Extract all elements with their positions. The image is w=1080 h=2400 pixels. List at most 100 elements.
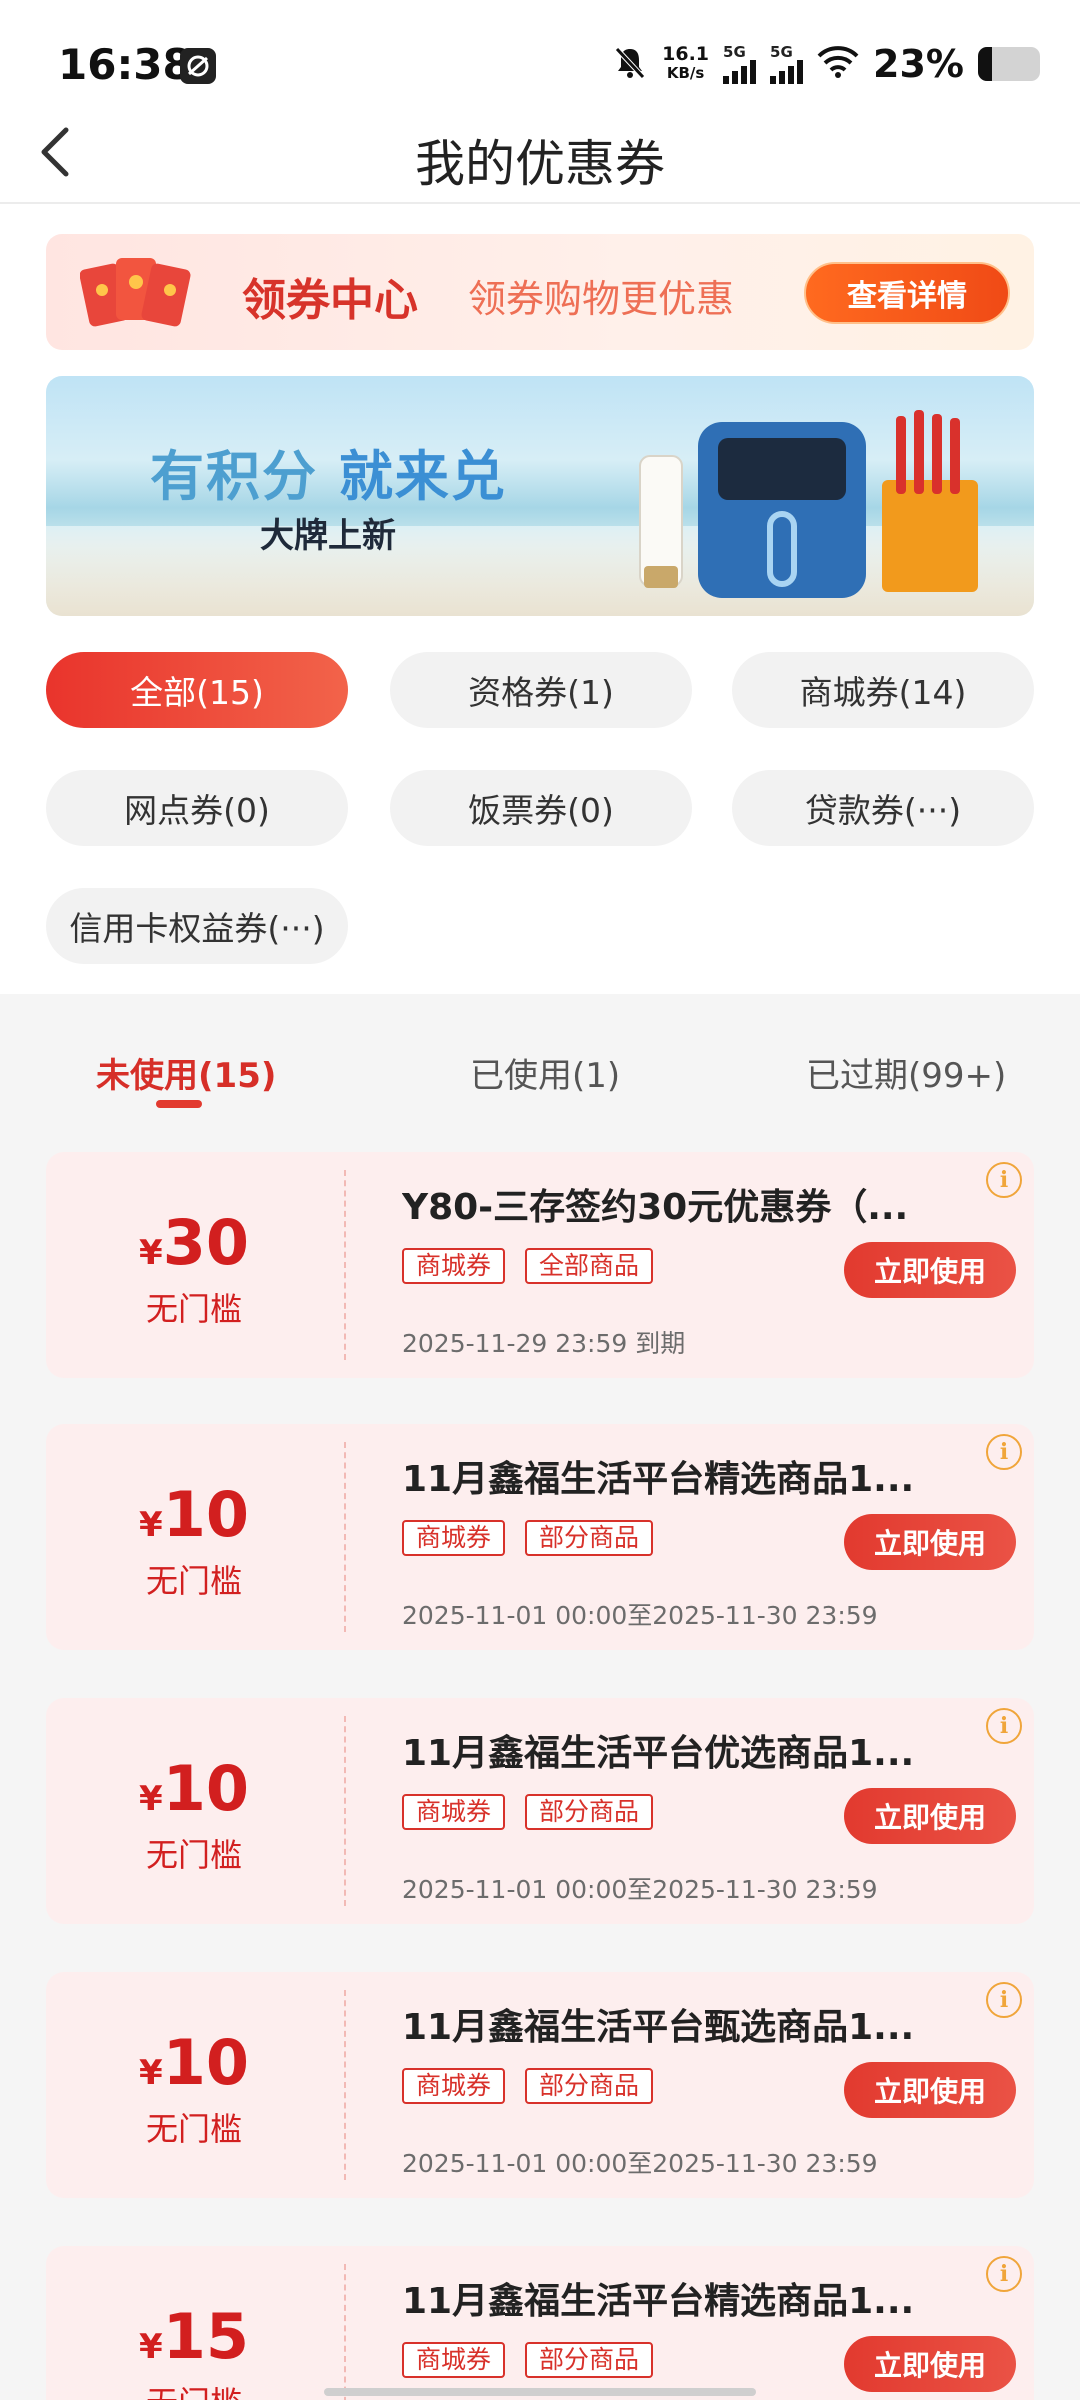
coupon-currency: ¥ [139,2053,163,2093]
info-icon[interactable]: i [986,1434,1022,1470]
coupon-divider [344,1716,346,1906]
signal-label: 5G [723,42,746,61]
battery-icon [978,47,1040,81]
coupon-tags: 商城券 部分商品 [402,2068,654,2104]
coupon-title: 11月鑫福生活平台精选商品1... [402,1459,915,1500]
coupon-value-section: ¥30 无门槛 [46,1152,342,1378]
coupon-tag: 部分商品 [525,1520,654,1556]
filter-chip-qualification[interactable]: 资格券(1) [390,652,692,728]
coupon-tag: 商城券 [402,1248,506,1284]
info-icon[interactable]: i [986,1162,1022,1198]
coupon-amount: ¥15 [46,2300,342,2373]
coupon-amount: ¥30 [46,1206,342,1279]
filter-chip-mall[interactable]: 商城券(14) [732,652,1034,728]
coupon-tag: 商城券 [402,2068,506,2104]
promo-title: 有积分 就来兑 [150,432,507,511]
filter-chip-credit-card[interactable]: 信用卡权益券(···) [46,888,348,964]
coupon-title: Y80-三存签约30元优惠券（... [402,1187,909,1228]
coupon-threshold: 无门槛 [145,2110,242,2148]
coupon-title: 11月鑫福生活平台优选商品1... [402,1733,915,1774]
coupon-date: 2025-11-01 00:00至2025-11-30 23:59 [402,1601,878,1630]
coupon-currency: ¥ [139,2327,163,2367]
coupon-tags: 商城券 部分商品 [402,1794,654,1830]
info-icon[interactable]: i [986,2256,1022,2292]
use-now-button[interactable]: 立即使用 [844,2336,1016,2392]
filter-chip-meal[interactable]: 饭票券(0) [390,770,692,846]
wifi-icon [817,45,859,83]
app-icon [180,48,216,84]
coupon-value-section: ¥15 无门槛 [46,2246,342,2400]
tab-used[interactable]: 已使用(1) [470,1048,620,1097]
promo-banner[interactable]: 有积分 就来兑 大牌上新 [46,376,1034,616]
coupon-threshold: 无门槛 [46,2378,342,2400]
coupon-divider [344,1442,346,1632]
use-now-button[interactable]: 立即使用 [844,1242,1016,1298]
coupon-amount-value: 15 [162,2300,249,2373]
coupon-amount-value: 10 [162,1478,249,1551]
coupon-value-section: ¥10 无门槛 [46,1424,342,1650]
info-icon[interactable]: i [986,1708,1022,1744]
coupon-amount-value: 30 [162,1206,249,1279]
tab-unused[interactable]: 未使用(15) [96,1048,276,1097]
red-envelope-icon [79,248,192,336]
status-tabs: 未使用(15) 已使用(1) 已过期(99+) [0,994,1080,1152]
coupon-card: ¥10 无门槛 11月鑫福生活平台甄选商品1... 商城券 部分商品 立即使用 … [46,1972,1034,2198]
coupon-value-section: ¥10 无门槛 [46,1972,342,2198]
coupon-date: 2025-11-01 00:00至2025-11-30 23:59 [402,2149,878,2178]
tab-expired[interactable]: 已过期(99+) [806,1048,1006,1097]
info-icon[interactable]: i [986,1982,1022,2018]
filter-chip-all[interactable]: 全部(15) [46,652,348,728]
net-speed: 16.1 KB/s [662,45,709,83]
battery-fill [978,47,993,81]
coupon-amount-value: 10 [162,1752,249,1825]
coupon-threshold: 无门槛 [145,1290,242,1328]
coupon-tag: 部分商品 [525,2068,654,2104]
signal-label: 5G [770,42,793,61]
coupon-tag: 商城券 [402,1794,506,1830]
coupon-title: 11月鑫福生活平台甄选商品1... [402,2007,915,2048]
coupon-date: 2025-11-01 00:00至2025-11-30 23:59 [402,1875,878,1904]
coupon-card: ¥10 无门槛 11月鑫福生活平台优选商品1... 商城券 部分商品 立即使用 … [46,1698,1034,1924]
coupon-currency: ¥ [139,1505,163,1545]
coupon-threshold: 无门槛 [145,1562,242,1600]
coupon-tags: 商城券 部分商品 [402,2342,654,2378]
net-speed-unit: KB/s [666,64,705,82]
coupon-tag: 部分商品 [525,2342,654,2378]
coupon-amount: ¥10 [46,2026,342,2099]
coupon-tag: 商城券 [402,2342,506,2378]
coupon-card: ¥15 无门槛 11月鑫福生活平台精选商品1... 商城券 部分商品 立即使用 … [46,2246,1034,2400]
coupon-threshold: 无门槛 [145,1836,242,1874]
use-now-button[interactable]: 立即使用 [844,2062,1016,2118]
coupon-currency: ¥ [139,1779,163,1819]
coupon-divider [344,1170,346,1360]
use-now-button[interactable]: 立即使用 [844,1788,1016,1844]
status-icons: 16.1 KB/s 5G 5G 23% [612,42,1040,86]
coupon-amount: ¥10 [46,1478,342,1551]
coupon-center-title: 领券中心 [242,275,418,326]
coupon-title: 11月鑫福生活平台精选商品1... [402,2281,915,2322]
home-indicator[interactable] [324,2388,756,2396]
coupon-center-subtitle: 领券购物更优惠 [468,277,735,321]
coupon-value-section: ¥10 无门槛 [46,1698,342,1924]
active-tab-indicator [156,1100,202,1108]
coupon-list: ¥30 无门槛 Y80-三存签约30元优惠券（... 商城券 全部商品 立即使用… [0,1152,1080,2400]
coupon-amount-value: 10 [162,2026,249,2099]
filter-chip-loan[interactable]: 贷款券(···) [732,770,1034,846]
mute-icon [612,44,648,84]
promo-subtitle: 大牌上新 [260,516,396,556]
battery-percent: 23% [873,42,964,86]
page-title: 我的优惠券 [415,135,665,193]
view-details-button[interactable]: 查看详情 [804,262,1010,324]
net-speed-value: 16.1 [662,43,710,65]
filter-chip-branch[interactable]: 网点券(0) [46,770,348,846]
coupon-tags: 商城券 全部商品 [402,1248,654,1284]
promo-products-image [626,394,1006,604]
signal-icon: 5G [770,42,804,84]
coupon-card: ¥30 无门槛 Y80-三存签约30元优惠券（... 商城券 全部商品 立即使用… [46,1152,1034,1378]
coupon-divider [344,1990,346,2180]
use-now-button[interactable]: 立即使用 [844,1514,1016,1570]
coupon-tag: 商城券 [402,1520,506,1556]
coupon-center-banner[interactable]: 领券中心 领券购物更优惠 查看详情 [46,234,1034,350]
coupon-tag: 部分商品 [525,1794,654,1830]
coupon-card: ¥10 无门槛 11月鑫福生活平台精选商品1... 商城券 部分商品 立即使用 … [46,1424,1034,1650]
